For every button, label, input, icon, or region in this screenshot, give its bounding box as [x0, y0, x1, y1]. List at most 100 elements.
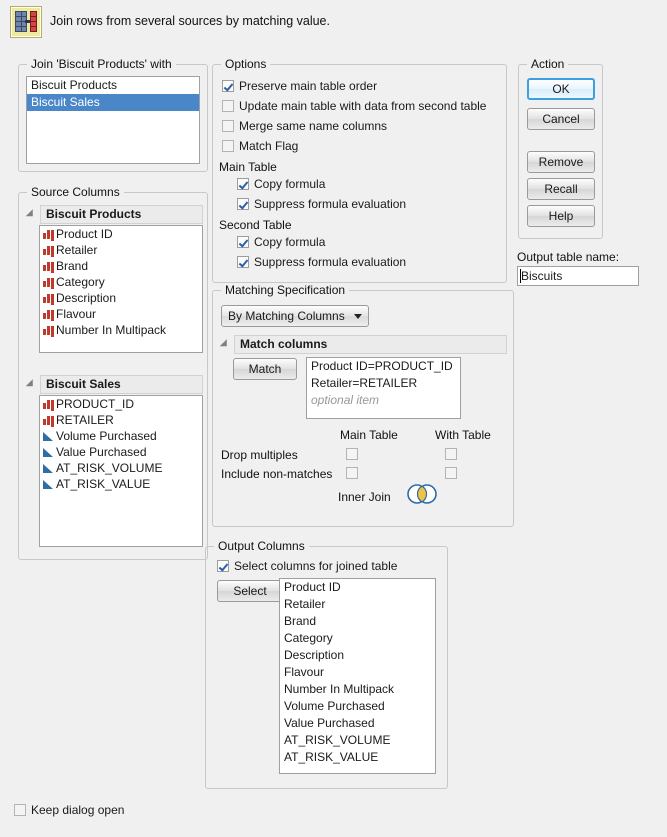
disclosure-triangle-icon[interactable]: [25, 209, 37, 220]
list-item[interactable]: AT_RISK_VALUE: [280, 749, 435, 766]
list-item[interactable]: Category: [280, 630, 435, 647]
list-item[interactable]: Biscuit Products: [27, 77, 199, 94]
checkbox-drop-multiples-main[interactable]: [346, 448, 358, 460]
checkbox-label: Select columns for joined table: [234, 559, 398, 573]
list-item[interactable]: Volume Purchased: [280, 698, 435, 715]
checkbox-box[interactable]: [14, 804, 26, 816]
list-item[interactable]: PRODUCT_ID: [40, 396, 202, 412]
checkbox-merge-same-name-columns[interactable]: Merge same name columns: [222, 119, 387, 134]
list-item[interactable]: Product ID=PRODUCT_ID: [307, 358, 460, 375]
list-item[interactable]: Number In Multipack: [40, 322, 202, 338]
ok-button[interactable]: OK: [527, 78, 595, 100]
options-legend: Options: [221, 57, 271, 71]
chevron-down-icon[interactable]: [354, 313, 362, 319]
with-table-column-header: With Table: [435, 428, 491, 442]
list-item[interactable]: Retailer=RETAILER: [307, 375, 460, 392]
inner-join-venn-icon: [405, 484, 439, 504]
checkbox-box[interactable]: [222, 100, 234, 112]
list-item[interactable]: AT_RISK_VALUE: [40, 476, 202, 492]
join-with-legend: Join 'Biscuit Products' with: [27, 57, 176, 71]
join-with-listbox[interactable]: Biscuit Products Biscuit Sales: [26, 76, 200, 164]
checkbox-box[interactable]: [222, 140, 234, 152]
match-columns-disclosure[interactable]: Match columns: [219, 335, 507, 354]
nominal-type-icon: [43, 229, 54, 239]
list-item[interactable]: Biscuit Sales: [27, 94, 199, 111]
checkbox-drop-multiples-with[interactable]: [445, 448, 457, 460]
source-table-disclosure-biscuit-sales[interactable]: Biscuit Sales: [25, 375, 203, 394]
checkbox-main-copy-formula[interactable]: Copy formula: [237, 177, 325, 192]
list-item[interactable]: Retailer: [40, 242, 202, 258]
match-pairs-listbox[interactable]: Product ID=PRODUCT_ID Retailer=RETAILER …: [306, 357, 461, 419]
checkbox-box[interactable]: [222, 80, 234, 92]
list-item[interactable]: Category: [40, 274, 202, 290]
main-table-label: Main Table: [219, 160, 277, 174]
checkbox-box[interactable]: [222, 120, 234, 132]
checkbox-box[interactable]: [237, 198, 249, 210]
matching-mode-value: By Matching Columns: [228, 309, 345, 323]
checkbox-update-main-table[interactable]: Update main table with data from second …: [222, 99, 486, 114]
source-columns-list-biscuit-products[interactable]: Product ID Retailer Brand Category Descr…: [39, 225, 203, 353]
source-columns-list-biscuit-sales[interactable]: PRODUCT_ID RETAILER Volume Purchased Val…: [39, 395, 203, 547]
action-group: Action OK Cancel Remove Recall Help: [518, 57, 603, 239]
checkbox-box[interactable]: [237, 236, 249, 248]
checkbox-match-flag[interactable]: Match Flag: [222, 139, 298, 154]
join-type-label: Inner Join: [338, 490, 391, 504]
checkbox-label: Preserve main table order: [239, 79, 378, 93]
main-table-column-header: Main Table: [340, 428, 398, 442]
checkbox-second-copy-formula[interactable]: Copy formula: [237, 235, 325, 250]
list-item[interactable]: Description: [280, 647, 435, 664]
recall-button[interactable]: Recall: [527, 178, 595, 200]
list-item[interactable]: AT_RISK_VOLUME: [280, 732, 435, 749]
checkbox-label: Suppress formula evaluation: [254, 197, 407, 211]
checkbox-label: Suppress formula evaluation: [254, 255, 407, 269]
disclosure-triangle-icon[interactable]: [219, 339, 231, 350]
match-button[interactable]: Match: [233, 358, 297, 380]
checkbox-preserve-main-table-order[interactable]: Preserve main table order: [222, 79, 377, 94]
checkbox-select-columns-for-joined-table[interactable]: Select columns for joined table: [217, 559, 397, 574]
dialog-header: Join rows from several sources by matchi…: [10, 6, 330, 38]
list-item[interactable]: Retailer: [280, 596, 435, 613]
list-item[interactable]: Brand: [280, 613, 435, 630]
list-item[interactable]: Number In Multipack: [280, 681, 435, 698]
list-item[interactable]: Flavour: [280, 664, 435, 681]
list-item[interactable]: Volume Purchased: [40, 428, 202, 444]
checkbox-keep-dialog-open[interactable]: Keep dialog open: [14, 803, 124, 818]
second-table-label: Second Table: [219, 218, 292, 232]
checkbox-include-non-matches-main[interactable]: [346, 467, 358, 479]
join-with-group: Join 'Biscuit Products' with Biscuit Pro…: [18, 57, 208, 172]
select-button[interactable]: Select: [217, 580, 283, 602]
checkbox-second-suppress-formula-evaluation[interactable]: Suppress formula evaluation: [237, 255, 406, 270]
match-pairs-placeholder[interactable]: optional item: [307, 392, 460, 409]
disclosure-triangle-icon[interactable]: [25, 379, 37, 390]
list-item[interactable]: AT_RISK_VOLUME: [40, 460, 202, 476]
matching-specification-legend: Matching Specification: [221, 283, 350, 297]
column-name: Value Purchased: [56, 445, 147, 459]
list-item[interactable]: Value Purchased: [280, 715, 435, 732]
icon-right-grid: [30, 11, 37, 32]
help-button[interactable]: Help: [527, 205, 595, 227]
list-item[interactable]: Product ID: [40, 226, 202, 242]
source-table-disclosure-biscuit-products[interactable]: Biscuit Products: [25, 205, 203, 224]
remove-button[interactable]: Remove: [527, 151, 595, 173]
list-item[interactable]: Value Purchased: [40, 444, 202, 460]
nominal-type-icon: [43, 415, 54, 425]
include-non-matches-label: Include non-matches: [221, 467, 333, 481]
output-columns-listbox[interactable]: Product ID Retailer Brand Category Descr…: [279, 578, 436, 774]
checkbox-main-suppress-formula-evaluation[interactable]: Suppress formula evaluation: [237, 197, 406, 212]
column-name: Brand: [56, 259, 89, 273]
list-item[interactable]: Description: [40, 290, 202, 306]
list-item[interactable]: Brand: [40, 258, 202, 274]
matching-mode-dropdown[interactable]: By Matching Columns: [221, 305, 369, 327]
output-table-name-input[interactable]: Biscuits: [517, 266, 639, 286]
column-name: Number In Multipack: [56, 323, 167, 337]
column-name: PRODUCT_ID: [56, 397, 135, 411]
match-columns-title: Match columns: [234, 335, 507, 354]
list-item[interactable]: Product ID: [280, 579, 435, 596]
list-item[interactable]: RETAILER: [40, 412, 202, 428]
checkbox-box[interactable]: [217, 560, 229, 572]
cancel-button[interactable]: Cancel: [527, 108, 595, 130]
list-item[interactable]: Flavour: [40, 306, 202, 322]
checkbox-include-non-matches-with[interactable]: [445, 467, 457, 479]
checkbox-box[interactable]: [237, 256, 249, 268]
checkbox-box[interactable]: [237, 178, 249, 190]
